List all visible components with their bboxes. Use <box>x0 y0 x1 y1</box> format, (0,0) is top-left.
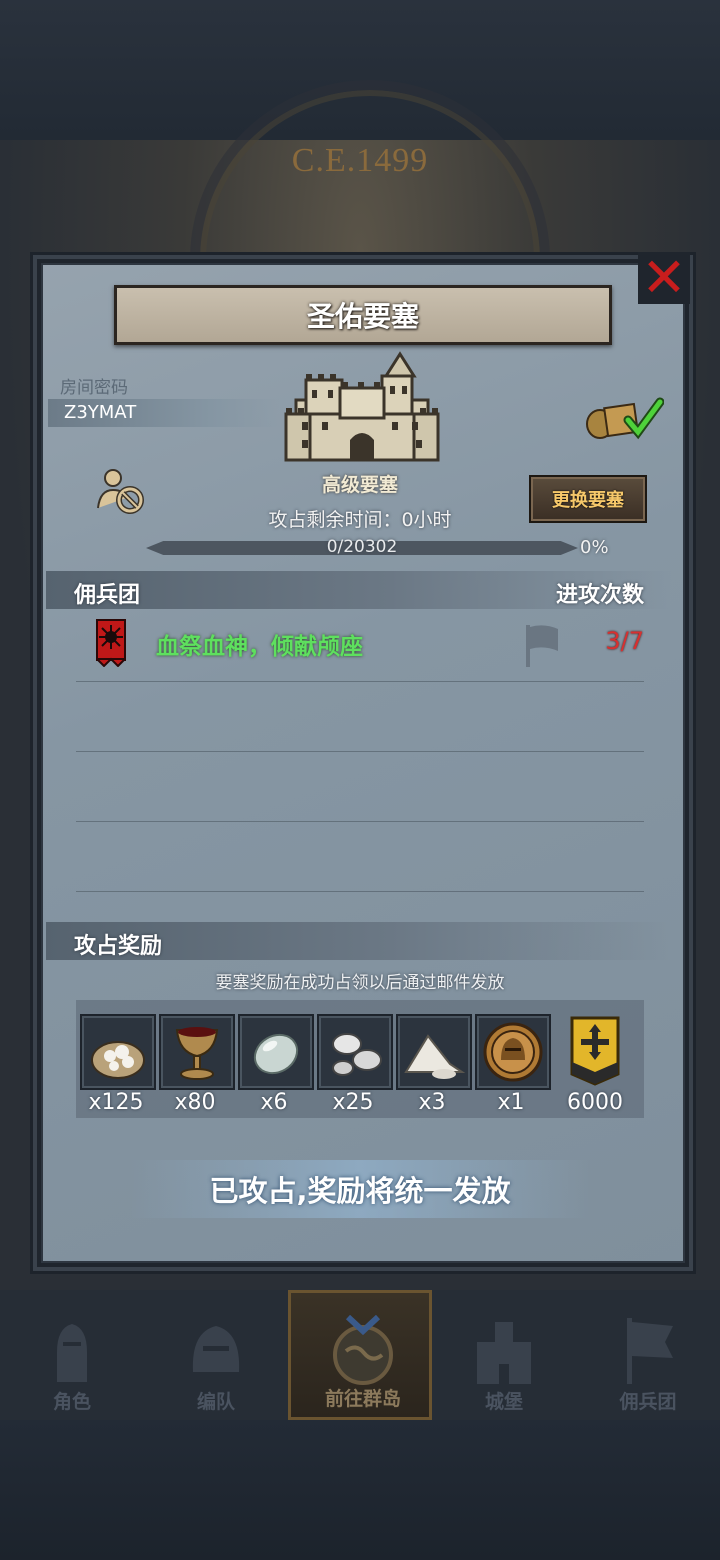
reward-qty: x25 <box>332 1090 374 1115</box>
tab-formation[interactable]: 编队 <box>144 1290 288 1420</box>
supply-bag-check-icon[interactable] <box>584 394 664 440</box>
tab-role[interactable]: 角色 <box>0 1290 144 1420</box>
salt-sack-icon[interactable] <box>80 1014 156 1090</box>
reward-section-header: 攻占奖励 <box>46 922 672 960</box>
guild-banner-icon <box>96 619 126 667</box>
knight-icon <box>57 1324 87 1382</box>
tab-go-islands[interactable]: 前往群岛 <box>288 1290 432 1420</box>
capture-progress-percent: 0% <box>580 537 609 558</box>
capture-progress-text: 0/20302 <box>326 537 398 557</box>
knight-medal-icon[interactable] <box>475 1014 551 1090</box>
attacks-header: 进攻次数 <box>555 583 644 608</box>
change-fortress-label: 更换要塞 <box>552 490 624 511</box>
globe-icon <box>333 1315 393 1385</box>
helmet-icon <box>192 1326 240 1372</box>
status-banner: 已攻占,奖励将统一发放 <box>130 1160 590 1218</box>
tab-label: 佣兵团 <box>619 1391 677 1413</box>
reward-qty: x1 <box>497 1090 525 1115</box>
reward-qty: x6 <box>260 1090 288 1115</box>
bottom-backdrop <box>0 1420 720 1560</box>
room-label: 房间密码 <box>60 378 128 398</box>
tab-label: 角色 <box>52 1391 91 1413</box>
reward-qty: x125 <box>88 1090 144 1115</box>
reward-note: 要塞奖励在成功占领以后通过邮件发放 <box>215 973 505 993</box>
status-message: 已攻占,奖励将统一发放 <box>209 1174 511 1208</box>
goblet-icon[interactable] <box>159 1014 235 1090</box>
guild-row-empty <box>76 683 644 752</box>
reward-section-title: 攻占奖励 <box>74 934 163 959</box>
reward-list: x125 x80 x6 x25 x3 x1 6000 <box>76 1000 644 1118</box>
banner-icon <box>627 1318 673 1384</box>
tab-label: 城堡 <box>484 1391 523 1413</box>
guild-row[interactable]: 血祭血神，倾献颅座 3/7 <box>76 613 644 682</box>
reward-qty: x3 <box>418 1090 446 1115</box>
castle-icon <box>477 1322 531 1384</box>
bottom-tab-bar: 角色 编队 前往群岛 城堡 佣兵团 <box>0 1290 720 1420</box>
dialog-title: 圣佑要塞 <box>306 300 419 333</box>
silver-ore-icon[interactable] <box>317 1014 393 1090</box>
tab-castle[interactable]: 城堡 <box>432 1290 576 1420</box>
fortress-castle-icon <box>284 351 440 462</box>
dialog-title-plate: 圣佑要塞 <box>114 285 612 345</box>
reward-qty: x80 <box>174 1090 216 1115</box>
guild-section-header: 佣兵团 进攻次数 <box>46 571 672 609</box>
white-powder-icon[interactable] <box>396 1014 472 1090</box>
guild-section-title: 佣兵团 <box>74 583 141 608</box>
close-button[interactable]: ✕ <box>638 246 690 309</box>
fortress-tier: 高级要塞 <box>321 474 398 496</box>
tab-label: 前往群岛 <box>324 1388 401 1410</box>
no-permission-icon <box>97 469 144 514</box>
reward-qty: 6000 <box>567 1090 623 1115</box>
guild-row-empty <box>76 753 644 822</box>
tab-label: 编队 <box>196 1391 235 1413</box>
close-icon: ✕ <box>641 246 687 309</box>
moonstone-icon[interactable] <box>238 1014 314 1090</box>
time-remaining: 攻占剩余时间：0小时 <box>268 509 452 531</box>
flag-icon <box>526 625 558 667</box>
tab-mercenary[interactable]: 佣兵团 <box>576 1290 720 1420</box>
guild-name: 血祭血神，倾献颅座 <box>156 634 363 660</box>
year-label: C.E.1499 <box>291 142 429 179</box>
guild-row-empty <box>76 823 644 892</box>
guild-banner-icon[interactable] <box>570 1016 620 1086</box>
change-fortress-button[interactable]: 更换要塞 <box>529 475 647 523</box>
attack-count: 3/7 <box>605 627 644 655</box>
room-code: Z3YMAT <box>64 402 137 423</box>
